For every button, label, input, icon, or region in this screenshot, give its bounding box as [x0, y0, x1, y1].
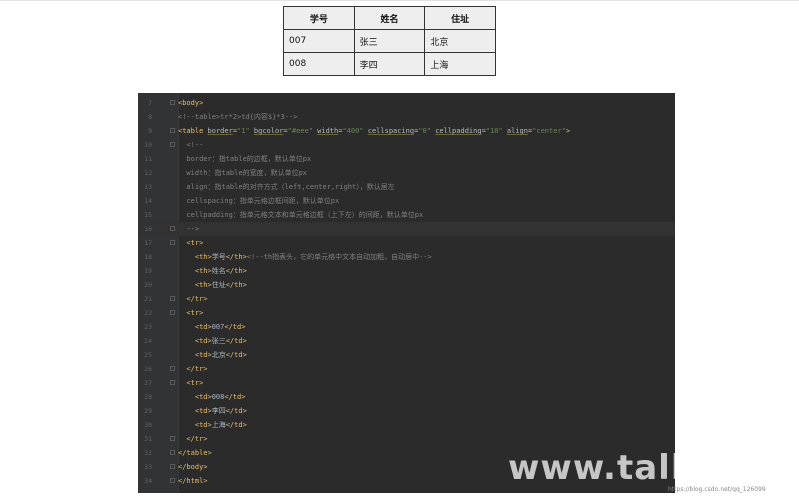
header-cell-name: 姓名: [353, 6, 426, 30]
table-cell: 李四: [353, 52, 426, 76]
table-cell: 上海: [424, 52, 496, 76]
table-row: 008 李四 上海: [283, 52, 496, 76]
watermark-area: www.talkl: [138, 93, 675, 493]
rendered-table: 学号 姓名 住址 007 张三 北京 008 李四 上海: [283, 6, 496, 76]
table-cell: 张三: [353, 29, 426, 53]
watermark-text: www.talkl: [508, 448, 675, 488]
table-header-row: 学号 姓名 住址: [283, 6, 496, 30]
table-cell: 007: [283, 29, 355, 53]
table-cell: 008: [283, 52, 355, 76]
top-border: [0, 0, 799, 1]
header-cell-id: 学号: [283, 6, 355, 30]
credit-text: https://blog.csdn.net/qq_126099: [668, 486, 766, 493]
table-cell: 北京: [424, 29, 496, 53]
table-row: 007 张三 北京: [283, 29, 496, 53]
header-cell-address: 住址: [424, 6, 496, 30]
